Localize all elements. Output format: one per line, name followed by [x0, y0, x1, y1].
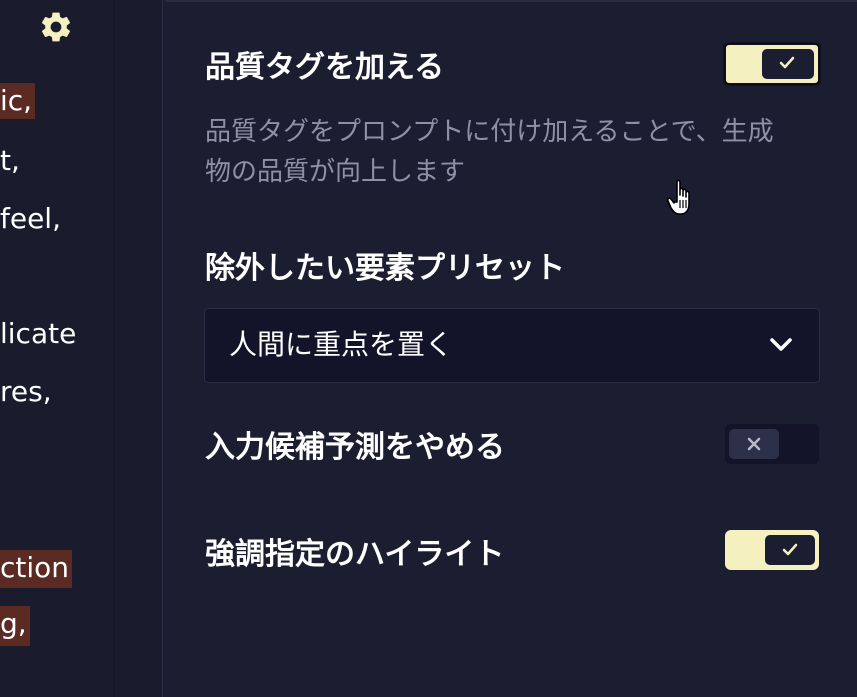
toggle-knob	[762, 49, 814, 79]
exclude-preset-value: 人間に重点を置く	[229, 328, 454, 361]
check-icon	[782, 543, 798, 556]
toggle-knob	[765, 535, 815, 565]
emphasis-highlight-toggle[interactable]	[725, 530, 819, 570]
prompt-fragment: g,	[0, 606, 30, 646]
divider	[113, 0, 115, 697]
toggle-knob	[729, 429, 779, 459]
prompt-fragment: ic,	[0, 83, 36, 119]
prompt-fragment: licate	[0, 317, 77, 350]
prompt-fragment: ction	[0, 550, 73, 588]
hand-pointer-icon	[666, 179, 690, 215]
app-root: ic, t, feel, licate res, ction g, 品質タグを加…	[0, 0, 857, 697]
disable-autocomplete-toggle[interactable]	[725, 424, 819, 464]
quality-tags-title: 品質タグを加える	[205, 50, 445, 85]
prompt-fragment: t,	[0, 144, 20, 177]
gear-icon[interactable]	[38, 9, 74, 45]
quality-tags-toggle[interactable]	[723, 42, 821, 86]
prompt-fragment: feel,	[0, 202, 61, 235]
chevron-down-icon	[770, 338, 792, 351]
check-icon	[779, 56, 795, 69]
emphasis-highlight-title: 強調指定のハイライト	[205, 537, 505, 572]
close-icon	[747, 437, 761, 451]
exclude-preset-select[interactable]: 人間に重点を置く	[204, 308, 820, 383]
exclude-preset-title: 除外したい要素プリセット	[205, 251, 565, 286]
panel-top-edge	[165, 0, 857, 2]
disable-autocomplete-title: 入力候補予測をやめる	[205, 430, 505, 465]
prompt-fragment: res,	[0, 375, 52, 408]
prompt-editor[interactable]: ic, t, feel, licate res, ction g,	[0, 0, 113, 697]
